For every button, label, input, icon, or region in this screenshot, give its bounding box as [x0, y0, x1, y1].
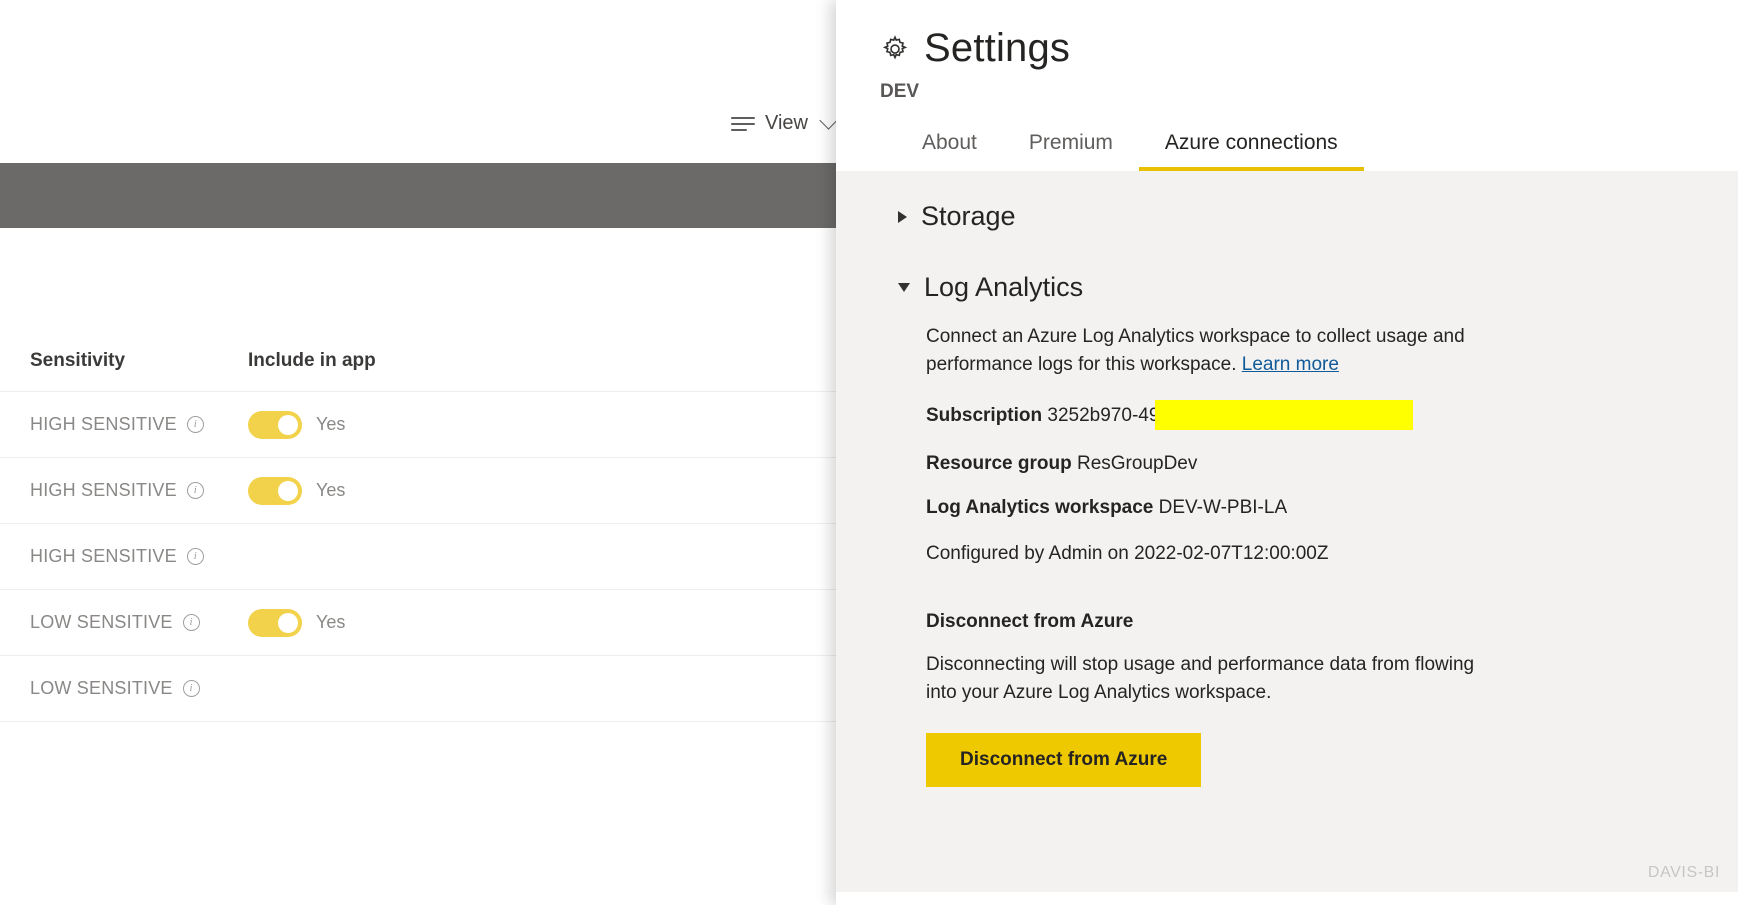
chevron-down-icon [819, 111, 838, 130]
sensitivity-label: LOW SENSITIVE [30, 678, 173, 698]
subscription-value: 3252b970-49 [1047, 404, 1160, 426]
toggle-knob [278, 612, 298, 633]
toggle-state-label: Yes [316, 480, 346, 500]
info-icon[interactable]: i [186, 416, 204, 433]
view-list-icon [731, 116, 755, 131]
sensitivity-cell: HIGH SENSITIVE i [30, 546, 248, 567]
view-label: View [765, 112, 808, 134]
resource-group-row: Resource group ResGroupDev [926, 453, 1688, 475]
table-row: HIGH SENSITIVE i Yes [0, 458, 880, 524]
sensitivity-cell: LOW SENSITIVE i [30, 678, 248, 699]
disconnect-from-azure-button[interactable]: Disconnect from Azure [926, 732, 1202, 787]
toggle-knob [278, 480, 298, 501]
gray-banner [0, 163, 880, 228]
section-log-analytics: Log Analytics Connect an Azure Log Analy… [836, 272, 1738, 787]
log-analytics-description: Connect an Azure Log Analytics workspace… [926, 323, 1486, 379]
resource-group-value: ResGroupDev [1076, 452, 1198, 474]
table-header-row: Sensitivity Include in app [0, 330, 880, 392]
learn-more-link[interactable]: Learn more [1242, 354, 1339, 375]
tab-about[interactable]: About [896, 121, 1003, 171]
include-in-app-toggle[interactable] [248, 608, 302, 637]
chevron-down-icon [898, 283, 910, 292]
sensitivity-cell: HIGH SENSITIVE i [30, 480, 248, 501]
column-header-sensitivity: Sensitivity [30, 349, 126, 371]
redaction-overlay [1155, 399, 1414, 430]
info-icon[interactable]: i [182, 614, 200, 631]
chevron-right-icon [898, 210, 907, 223]
workspace-row: Log Analytics workspace DEV-W-PBI-LA [926, 497, 1688, 519]
page-title: Settings [924, 26, 1071, 70]
panel-body: Storage Log Analytics Connect an Azure L… [836, 171, 1738, 892]
toggle-state-label: Yes [316, 414, 346, 434]
info-icon[interactable]: i [186, 482, 204, 499]
table-row: LOW SENSITIVE i Yes [0, 590, 880, 656]
panel-header: Settings DEV About Premium Azure connectio… [836, 0, 1738, 171]
workspace-name: DEV [880, 81, 920, 102]
configured-by-text: Configured by Admin on 2022-02-07T12:00:… [926, 542, 1329, 564]
section-log-analytics-label: Log Analytics [924, 272, 1084, 302]
sensitivity-cell: HIGH SENSITIVE i [30, 414, 248, 435]
disconnect-heading: Disconnect from Azure [926, 610, 1134, 632]
watermark: DAVIS-BI [1647, 864, 1720, 881]
log-analytics-content: Connect an Azure Log Analytics workspace… [898, 323, 1738, 787]
workspace-label: Log Analytics workspace [926, 496, 1154, 518]
sensitivity-cell: LOW SENSITIVE i [30, 612, 248, 633]
view-dropdown[interactable]: View [731, 111, 838, 135]
gear-icon [880, 34, 910, 64]
column-header-include-in-app: Include in app [248, 349, 376, 371]
section-log-analytics-header[interactable]: Log Analytics [898, 272, 1738, 303]
sensitivity-label: LOW SENSITIVE [30, 612, 173, 632]
sensitivity-label: HIGH SENSITIVE [30, 414, 177, 434]
toggle-knob [278, 414, 298, 435]
tab-premium[interactable]: Premium [1003, 121, 1139, 171]
sensitivity-label: HIGH SENSITIVE [30, 546, 177, 566]
include-in-app-cell: Yes [248, 476, 548, 505]
description-text: Connect an Azure Log Analytics workspace… [926, 326, 1465, 375]
sensitivity-table: Sensitivity Include in app HIGH SENSITIV… [0, 330, 880, 722]
table-body: HIGH SENSITIVE i Yes HIGH SENSITIVE i Yes HIGH… [0, 392, 880, 722]
include-in-app-toggle[interactable] [248, 410, 302, 439]
sensitivity-label: HIGH SENSITIVE [30, 480, 177, 500]
panel-title-row: Settings [880, 26, 1738, 71]
include-in-app-toggle[interactable] [248, 476, 302, 505]
section-storage[interactable]: Storage [836, 201, 1738, 232]
settings-panel: Settings DEV About Premium Azure connectio… [836, 0, 1738, 905]
panel-tabs: About Premium Azure connections [880, 121, 1738, 171]
table-row: HIGH SENSITIVE i Yes [0, 392, 880, 458]
screen-root: View Sensitivity Include in app HIGH SEN… [0, 0, 1738, 905]
include-in-app-cell: Yes [248, 410, 548, 439]
subscription-label: Subscription [926, 404, 1043, 426]
table-row: HIGH SENSITIVE i [0, 524, 880, 590]
resource-group-label: Resource group [926, 452, 1072, 474]
info-icon[interactable]: i [182, 680, 200, 697]
info-icon[interactable]: i [186, 548, 204, 565]
tab-azure-connections[interactable]: Azure connections [1138, 121, 1364, 171]
toggle-state-label: Yes [316, 612, 346, 632]
table-row: LOW SENSITIVE i [0, 656, 880, 722]
disconnect-description: Disconnecting will stop usage and perfor… [926, 653, 1475, 703]
workspace-value: DEV-W-PBI-LA [1158, 496, 1288, 518]
subscription-row: Subscription 3252b970-49 [926, 399, 1688, 431]
section-storage-label: Storage [921, 201, 1016, 231]
section-storage-header[interactable]: Storage [898, 201, 1738, 232]
include-in-app-cell: Yes [248, 608, 548, 637]
